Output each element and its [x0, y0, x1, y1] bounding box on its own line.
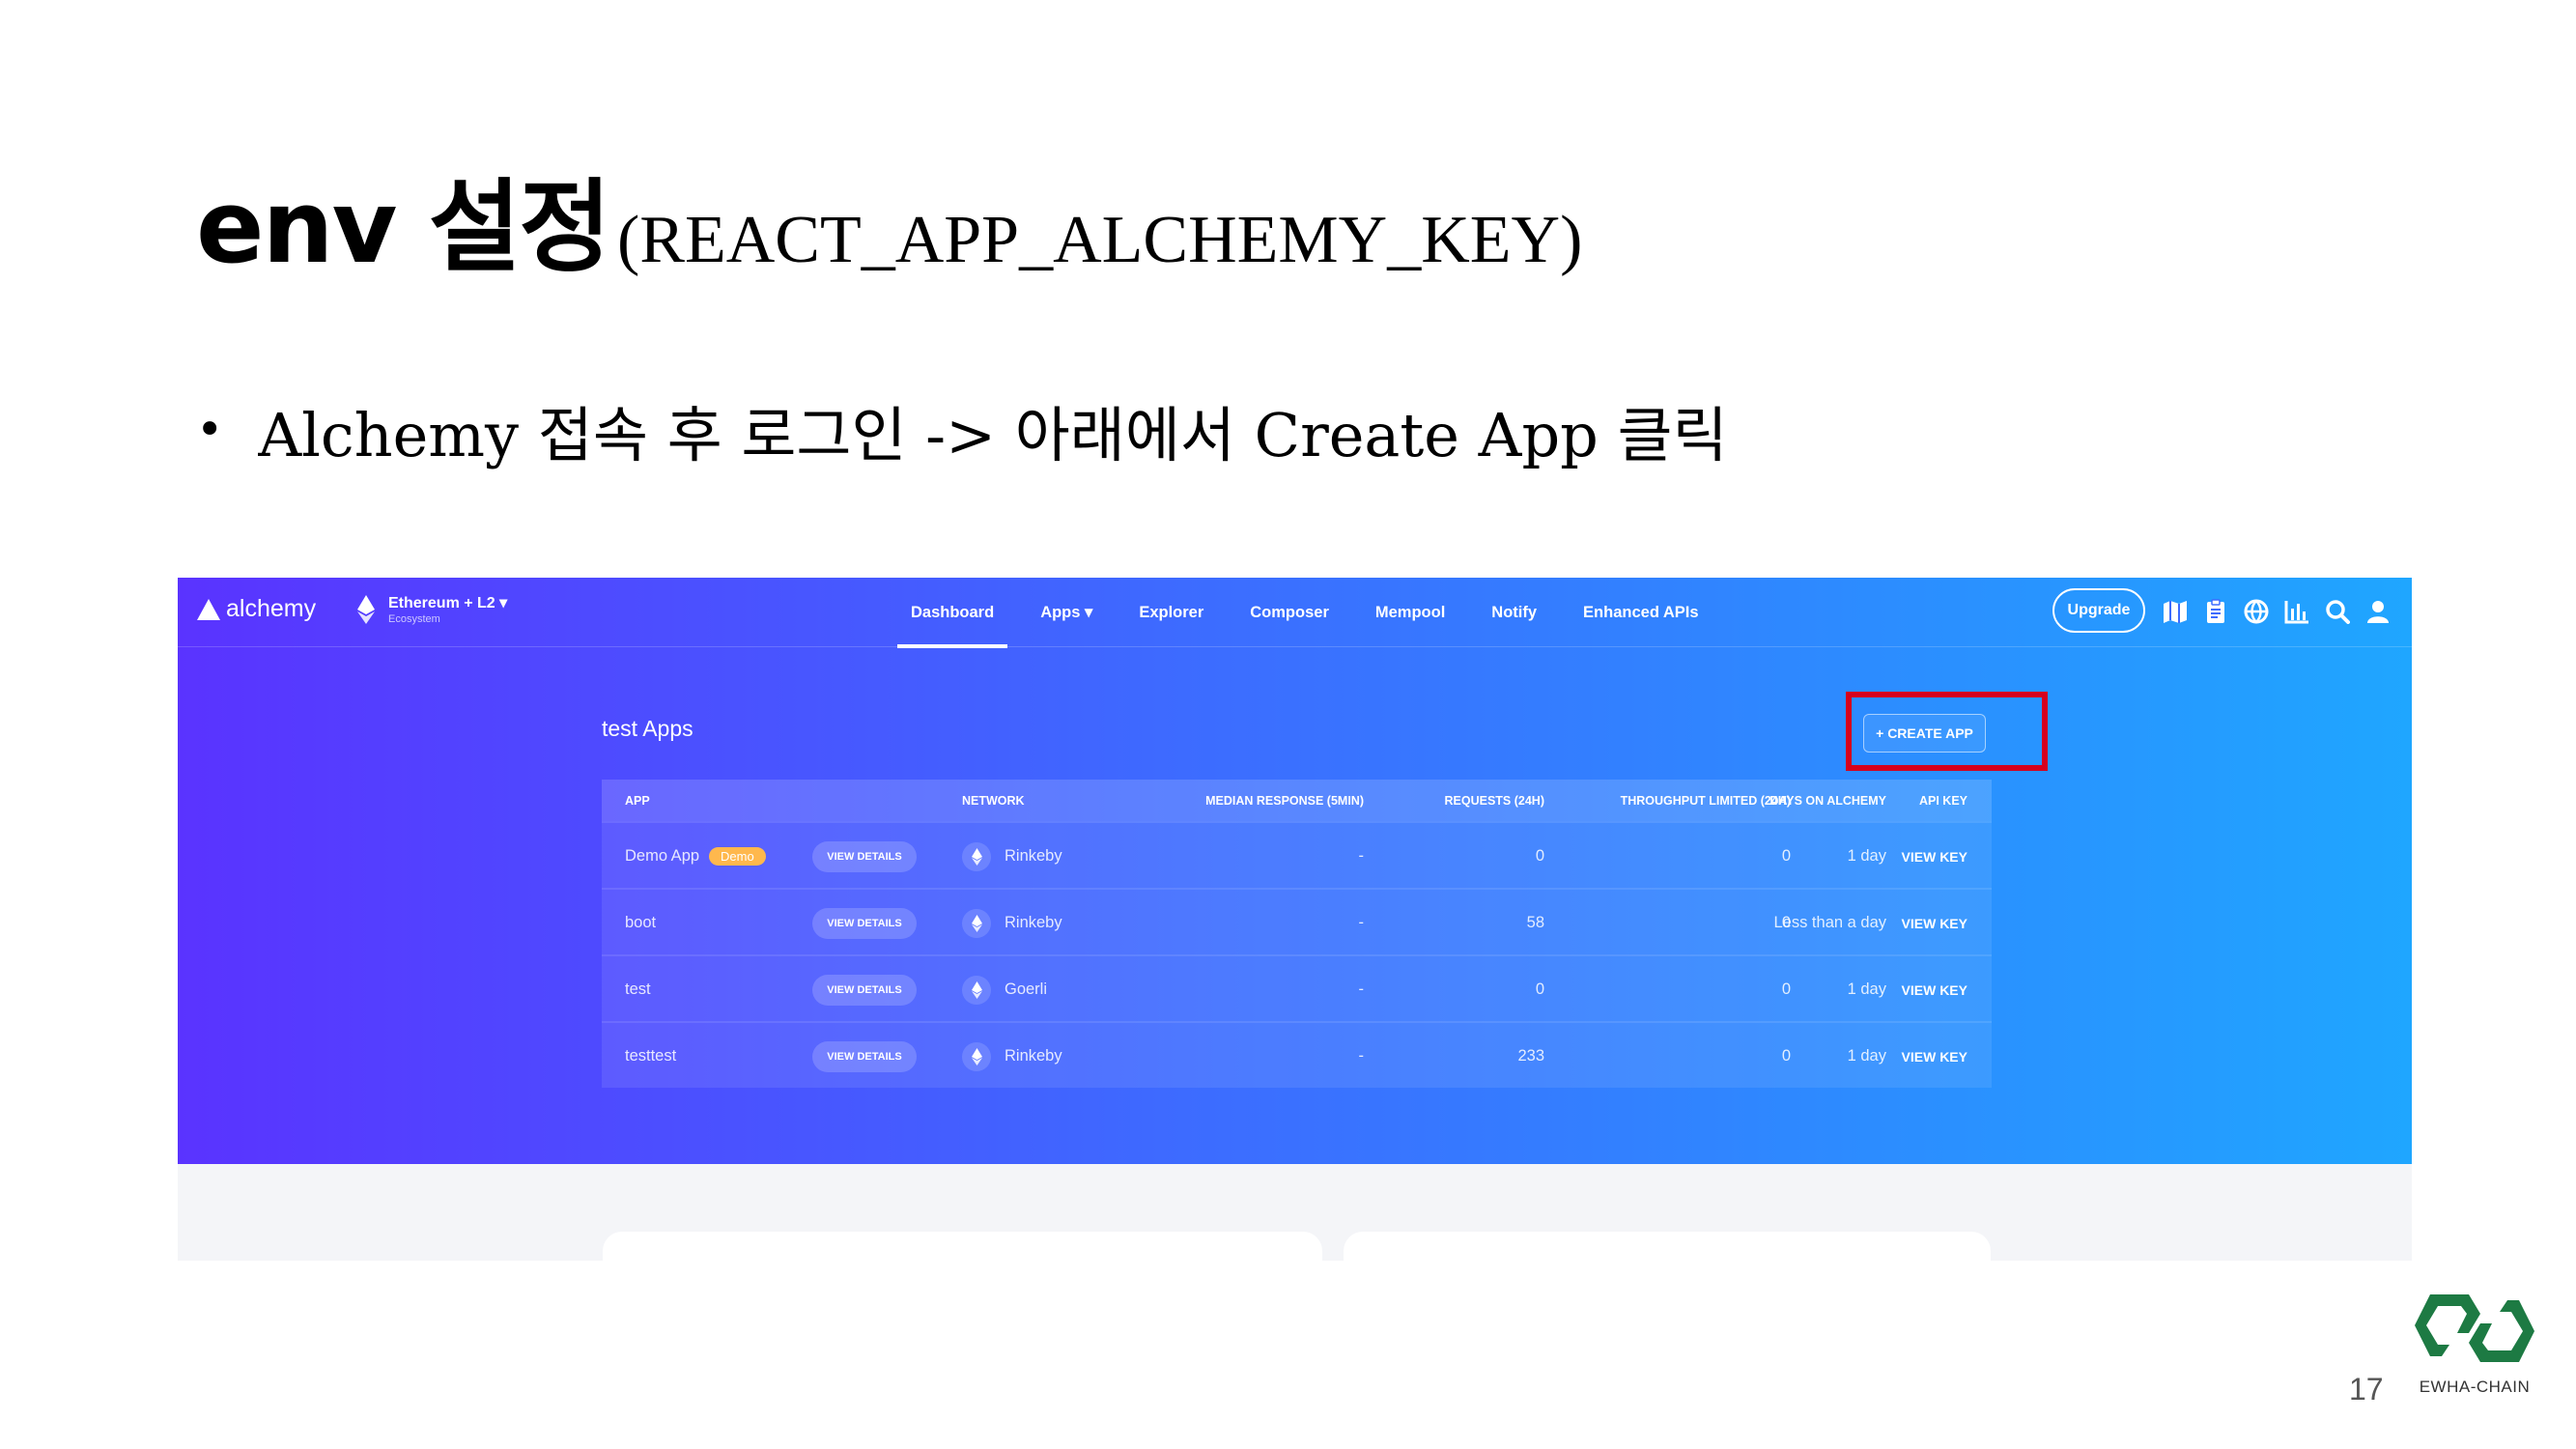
view-details-cell: VIEW DETAILS: [812, 890, 917, 956]
header-days[interactable]: DAYS ON ALCHEMY: [1769, 780, 1886, 821]
app-name[interactable]: boot: [625, 890, 656, 956]
search-icon[interactable]: [2324, 597, 2351, 626]
bullet-text: Alchemy 접속 후 로그인 -> 아래에서 Create App 클릭: [258, 400, 1728, 470]
app-name[interactable]: Demo App Demo: [625, 823, 766, 890]
requests-value: 0: [1535, 980, 1544, 998]
days-value: 1 day: [1847, 847, 1886, 865]
nav-composer[interactable]: Composer: [1227, 578, 1352, 647]
create-app-button[interactable]: + CREATE APP: [1863, 714, 1986, 753]
table-header: APP NETWORK MEDIAN RESPONSE (5MIN) REQUE…: [602, 780, 1992, 821]
network-cell: Goerli: [962, 956, 1047, 1023]
top-nav: alchemy Ethereum + L2 ▾ Ecosystem Dashbo…: [178, 578, 2412, 648]
view-details-button[interactable]: VIEW DETAILS: [812, 840, 917, 872]
network-value: Rinkeby: [1005, 847, 1062, 865]
header-api-key[interactable]: API KEY: [1896, 780, 1967, 821]
bullet-item: • Alchemy 접속 후 로그인 -> 아래에서 Create App 클릭: [196, 386, 1728, 473]
requests-value: 0: [1535, 847, 1544, 865]
nav-explorer[interactable]: Explorer: [1116, 578, 1227, 647]
view-key-link[interactable]: VIEW KEY: [1857, 1023, 1967, 1090]
globe-icon[interactable]: [2243, 597, 2270, 626]
stats-icon[interactable]: [2283, 597, 2310, 626]
logo-text: alchemy: [226, 595, 317, 622]
map-icon[interactable]: [2162, 597, 2189, 626]
network-cell: Rinkeby: [962, 823, 1062, 890]
median-value: -: [1358, 847, 1365, 865]
median-value: -: [1358, 914, 1365, 931]
slide-title: env 설정 (REACT_APP_ALCHEMY_KEY): [196, 145, 1583, 286]
chain-link-icon: [2415, 1294, 2534, 1362]
page-number: 17: [2349, 1372, 2384, 1406]
network-value: Rinkeby: [1005, 914, 1062, 931]
view-details-cell: VIEW DETAILS: [812, 1023, 917, 1090]
alchemy-logo-icon: [197, 598, 220, 620]
network-value: Rinkeby: [1005, 1047, 1062, 1065]
nav-notify[interactable]: Notify: [1468, 578, 1560, 647]
view-key-link[interactable]: VIEW KEY: [1857, 956, 1967, 1023]
slide-title-main: env 설정: [196, 168, 611, 286]
ethereum-icon: [962, 975, 991, 1005]
network-cell: Rinkeby: [962, 1023, 1062, 1090]
alchemy-dashboard-screenshot: alchemy Ethereum + L2 ▾ Ecosystem Dashbo…: [178, 578, 2412, 1164]
header-median[interactable]: MEDIAN RESPONSE (5MIN): [1123, 780, 1364, 821]
upgrade-button[interactable]: Upgrade: [2052, 588, 2145, 633]
dashboard-card: [1344, 1232, 1991, 1261]
table-row: test VIEW DETAILS Goerli -0 0 1 day VIEW KEY: [602, 954, 1992, 1021]
median-value: -: [1358, 1047, 1365, 1065]
user-icon[interactable]: [2364, 597, 2392, 626]
ethereum-icon: [962, 841, 991, 871]
requests-value: 233: [1517, 1047, 1544, 1065]
nav-mempool[interactable]: Mempool: [1352, 578, 1468, 647]
days-value: Less than a day: [1773, 914, 1887, 931]
header-app[interactable]: APP: [625, 780, 650, 821]
nav-enhanced-apis[interactable]: Enhanced APIs: [1560, 578, 1722, 647]
view-key-link[interactable]: VIEW KEY: [1857, 890, 1967, 956]
ewha-chain-logo: EWHA-CHAIN: [2411, 1285, 2538, 1397]
view-details-cell: VIEW DETAILS: [812, 956, 917, 1023]
clipboard-icon[interactable]: [2202, 597, 2229, 626]
app-name[interactable]: testtest: [625, 1023, 676, 1090]
dashboard-card: [603, 1232, 1322, 1261]
days-value: 1 day: [1847, 980, 1886, 998]
header-requests[interactable]: REQUESTS (24H): [1374, 780, 1545, 821]
app-name[interactable]: test: [625, 956, 651, 1023]
nav-apps[interactable]: Apps ▾: [1017, 578, 1116, 647]
days-value: 1 day: [1847, 1047, 1886, 1065]
slide-title-sub: (REACT_APP_ALCHEMY_KEY): [616, 203, 1583, 277]
header-network[interactable]: NETWORK: [962, 780, 1025, 821]
view-details-button[interactable]: VIEW DETAILS: [812, 907, 917, 939]
network-cell: Rinkeby: [962, 890, 1062, 956]
ethereum-icon: [357, 594, 375, 624]
dashboard-lower-area: [178, 1164, 2412, 1261]
median-value: -: [1358, 980, 1365, 998]
nav-links: Dashboard Apps ▾ Explorer Composer Mempo…: [888, 578, 1722, 648]
requests-value: 58: [1526, 914, 1544, 931]
table-row: Demo App Demo VIEW DETAILS Rinkeby -0 0 1 day V…: [602, 821, 1992, 888]
nav-icon-group: [2162, 597, 2392, 626]
alchemy-logo[interactable]: alchemy: [197, 595, 316, 623]
view-key-link[interactable]: VIEW KEY: [1857, 823, 1967, 890]
ethereum-icon: [962, 908, 991, 938]
network-selector[interactable]: Ethereum + L2 ▾ Ecosystem: [357, 593, 507, 625]
demo-badge: Demo: [709, 847, 766, 866]
network-value: Goerli: [1005, 980, 1048, 998]
network-name: Ethereum + L2 ▾: [388, 595, 508, 611]
table-row: testtest VIEW DETAILS Rinkeby -233 0 1 day VIE…: [602, 1021, 1992, 1088]
table-row: boot VIEW DETAILS Rinkeby -58 0 Less than a d…: [602, 888, 1992, 954]
apps-table: APP NETWORK MEDIAN RESPONSE (5MIN) REQUE…: [602, 780, 1992, 1088]
view-details-cell: VIEW DETAILS: [812, 823, 917, 890]
brand-name: EWHA-CHAIN: [2419, 1378, 2531, 1396]
ethereum-icon: [962, 1041, 991, 1071]
apps-section-title: test Apps: [602, 716, 694, 741]
header-throughput[interactable]: THROUGHPUT LIMITED (24H): [1568, 780, 1791, 821]
view-details-button[interactable]: VIEW DETAILS: [812, 974, 917, 1006]
view-details-button[interactable]: VIEW DETAILS: [812, 1040, 917, 1072]
bullet-dot-icon: •: [196, 403, 224, 457]
network-sub: Ecosystem: [388, 613, 440, 625]
nav-dashboard[interactable]: Dashboard: [888, 578, 1017, 648]
